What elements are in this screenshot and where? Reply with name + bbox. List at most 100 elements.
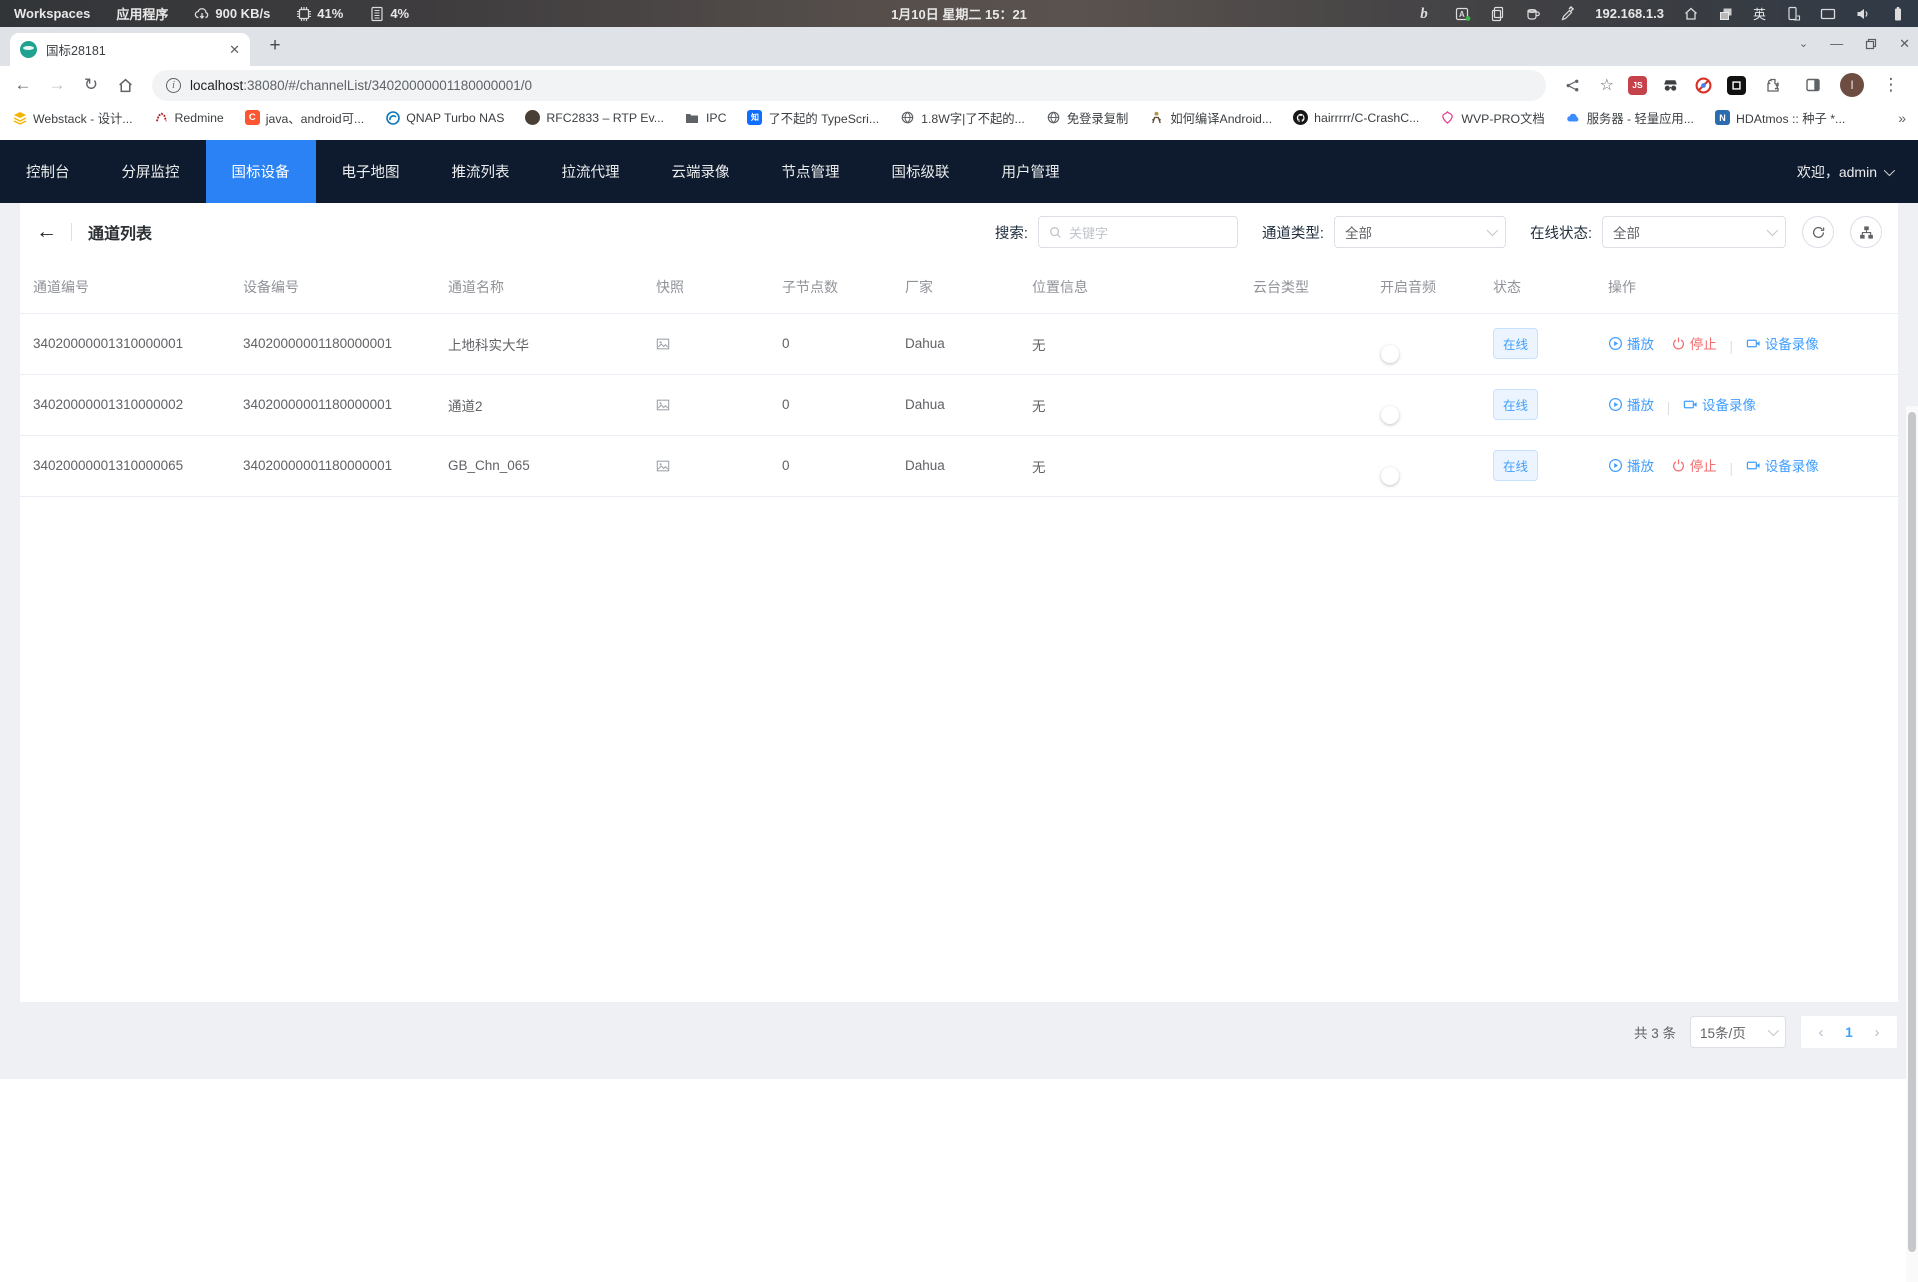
bookmark-redmine[interactable]: Redmine: [154, 110, 224, 125]
bookmark-zhihu-typescript[interactable]: 知 了不起的 TypeScri...: [747, 109, 879, 127]
window-close-button[interactable]: ✕: [1899, 36, 1910, 52]
color-picker-tray-icon[interactable]: [1560, 6, 1576, 22]
stop-button[interactable]: 停止: [1671, 455, 1717, 475]
bookmark-qnap[interactable]: QNAP Turbo NAS: [385, 110, 504, 125]
forward-button[interactable]: →: [44, 72, 70, 98]
browser-toolbar: ← → ↻ i localhost:38080/#/channelList/34…: [0, 66, 1918, 104]
nav-item-gb-devices[interactable]: 国标设备: [206, 140, 316, 203]
status-badge[interactable]: 在线: [1493, 328, 1538, 359]
bookmark-star-icon[interactable]: ☆: [1600, 75, 1614, 95]
bookmark-webstack[interactable]: Webstack - 设计...: [12, 109, 133, 127]
chevron-down-icon: [1767, 225, 1778, 236]
welcome-admin-menu[interactable]: 欢迎，admin: [1797, 140, 1918, 203]
nav-item-pull-proxy[interactable]: 拉流代理: [536, 140, 646, 203]
extension-js-icon[interactable]: JS: [1628, 76, 1647, 95]
translate-tray-icon[interactable]: A: [1455, 6, 1471, 22]
play-circle-icon: [1608, 336, 1623, 351]
bookmark-folder-ipc[interactable]: IPC: [685, 110, 727, 125]
home-tray-icon[interactable]: [1683, 6, 1699, 22]
nav-item-push-list[interactable]: 推流列表: [426, 140, 536, 203]
share-icon[interactable]: [1560, 72, 1586, 98]
search-input[interactable]: 关键字: [1038, 216, 1238, 248]
window-minimize-button[interactable]: —: [1830, 36, 1843, 51]
nav-item-e-map[interactable]: 电子地图: [316, 140, 426, 203]
nav-item-gb-cascade[interactable]: 国标级联: [866, 140, 976, 203]
nav-item-user-manage[interactable]: 用户管理: [976, 140, 1086, 203]
back-button[interactable]: ←: [10, 72, 36, 98]
next-page-button[interactable]: ›: [1863, 1024, 1891, 1041]
new-tab-button[interactable]: +: [262, 33, 288, 59]
bookmark-wvp-docs[interactable]: WVP-PRO文档: [1440, 109, 1544, 127]
system-top-bar: Workspaces 应用程序 900 KB/s 41% 4% 1月10日 星期…: [0, 0, 1918, 27]
bookmark-article[interactable]: 1.8W字|了不起的...: [900, 109, 1025, 127]
play-button[interactable]: 播放: [1608, 394, 1654, 414]
status-badge[interactable]: 在线: [1493, 389, 1538, 420]
bing-tray-icon[interactable]: b: [1420, 6, 1436, 22]
window-restore-button[interactable]: [1865, 38, 1877, 50]
volume-tray-icon[interactable]: [1855, 6, 1871, 22]
refresh-button[interactable]: [1802, 216, 1834, 248]
wvp-icon: [1440, 110, 1455, 125]
url-bar[interactable]: i localhost:38080/#/channelList/34020000…: [152, 70, 1546, 101]
stop-button[interactable]: 停止: [1671, 333, 1717, 353]
col-actions: 操作: [1595, 261, 1898, 313]
bookmark-hdatmos[interactable]: N HDAtmos :: 种子 *...: [1715, 109, 1845, 127]
bookmark-copy-free[interactable]: 免登录复制: [1046, 109, 1129, 127]
device-record-button[interactable]: 设备录像: [1746, 455, 1819, 475]
input-method-indicator[interactable]: 英: [1753, 4, 1766, 23]
back-arrow-button[interactable]: ←: [36, 220, 57, 244]
col-status: 状态: [1480, 261, 1595, 313]
coffee-tray-icon[interactable]: [1525, 6, 1541, 22]
table-row: 34020000001310000065 3402000000118000000…: [20, 435, 1898, 496]
play-button[interactable]: 播放: [1608, 455, 1654, 475]
device-record-button[interactable]: 设备录像: [1746, 333, 1819, 353]
browser-profile-avatar[interactable]: I: [1840, 73, 1864, 97]
nav-item-cloud-record[interactable]: 云端录像: [646, 140, 756, 203]
browser-menu-icon[interactable]: ⋮: [1878, 72, 1904, 98]
play-button[interactable]: 播放: [1608, 333, 1654, 353]
channel-type-select[interactable]: 全部: [1334, 216, 1506, 248]
tab-search-icon[interactable]: ⌄: [1799, 37, 1808, 50]
bookmarks-overflow-chevron[interactable]: »: [1898, 110, 1906, 126]
bookmark-cloud-server[interactable]: 服务器 - 轻量应用...: [1566, 109, 1694, 127]
status-badge[interactable]: 在线: [1493, 450, 1538, 481]
reload-button[interactable]: ↻: [78, 72, 104, 98]
battery-tray-icon[interactable]: [1890, 6, 1906, 22]
bookmarks-bar: Webstack - 设计... Redmine C java、android可…: [0, 104, 1918, 131]
nav-item-console[interactable]: 控制台: [0, 140, 96, 203]
bookmark-android-build[interactable]: 如何编译Android...: [1149, 109, 1272, 127]
tree-view-button[interactable]: [1850, 216, 1882, 248]
window-switcher-tray-icon[interactable]: [1718, 6, 1734, 22]
page-size-select[interactable]: 15条/页: [1690, 1016, 1786, 1048]
applications-button[interactable]: 应用程序: [116, 4, 168, 23]
browser-tab[interactable]: 国标28181 ✕: [10, 33, 250, 66]
extensions-puzzle-icon[interactable]: [1760, 72, 1786, 98]
tab-close-icon[interactable]: ✕: [229, 42, 240, 58]
bookmark-csdn[interactable]: C java、android可...: [245, 109, 364, 127]
clipboard-tray-icon[interactable]: [1490, 6, 1506, 22]
snapshot-image-icon: [656, 398, 769, 412]
extension-dark-icon[interactable]: [1727, 76, 1746, 95]
workspaces-button[interactable]: Workspaces: [14, 6, 90, 21]
bookmark-rfc2833[interactable]: RFC2833 – RTP Ev...: [525, 110, 664, 125]
display-tray-icon[interactable]: [1820, 6, 1836, 22]
extension-incognito-icon[interactable]: [1661, 76, 1680, 95]
side-panel-icon[interactable]: [1800, 72, 1826, 98]
nav-item-node-manage[interactable]: 节点管理: [756, 140, 866, 203]
device-record-button[interactable]: 设备录像: [1683, 394, 1756, 414]
browser-home-button[interactable]: [112, 72, 138, 98]
phone-link-tray-icon[interactable]: [1785, 6, 1801, 22]
site-info-icon[interactable]: i: [166, 78, 181, 93]
page-scrollbar[interactable]: [1906, 406, 1918, 1282]
online-status-select[interactable]: 全部: [1602, 216, 1786, 248]
current-page[interactable]: 1: [1835, 1025, 1863, 1040]
prev-page-button[interactable]: ‹: [1807, 1024, 1835, 1041]
cpu-icon: [296, 6, 312, 22]
system-clock[interactable]: 1月10日 星期二 15：21: [891, 4, 1027, 23]
scrollbar-thumb[interactable]: [1908, 412, 1916, 1252]
bookmark-github-crash[interactable]: hairrrrr/C-CrashC...: [1293, 110, 1419, 125]
nav-item-split-monitor[interactable]: 分屏监控: [96, 140, 206, 203]
page-top-gap: [0, 131, 1918, 140]
extension-adblock-icon[interactable]: [1694, 76, 1713, 95]
ip-address-indicator[interactable]: 192.168.1.3: [1595, 6, 1664, 21]
